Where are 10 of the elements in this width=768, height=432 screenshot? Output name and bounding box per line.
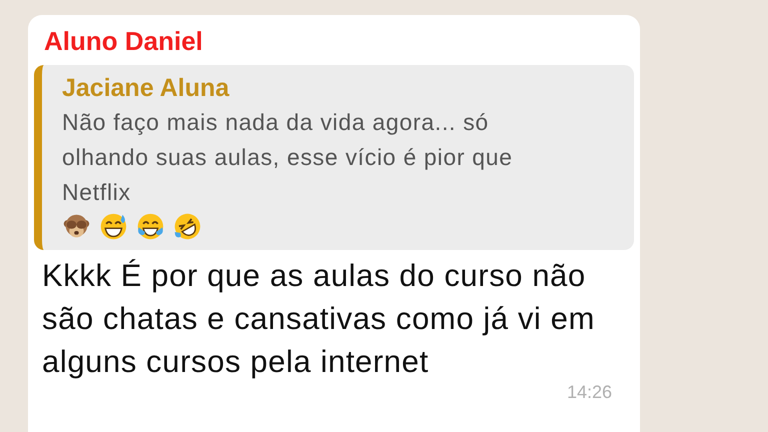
sender-name: Aluno Daniel	[43, 25, 204, 57]
message-text: Kkkk É por que as aulas do curso não são chatas e cansativas como já vi em alguns cursos pela internet	[41, 257, 596, 381]
rolling-laughing-face-icon	[173, 212, 202, 240]
quoted-text: Não faço mais nada da vida agora... só olhando suas aulas, esse vício é pior que Netflix	[62, 108, 514, 207]
laughing-face-icon	[136, 212, 165, 240]
quoted-message[interactable]: Jaciane Aluna Não faço mais nada da vida agora... só olhando suas aulas, esse vício é pior que Netflix	[34, 65, 634, 250]
quoted-sender-name: Jaciane Aluna	[62, 73, 230, 104]
monkey-icon	[62, 212, 91, 240]
message-time: 14:26	[566, 383, 613, 402]
grinning-face-icon	[99, 212, 128, 240]
